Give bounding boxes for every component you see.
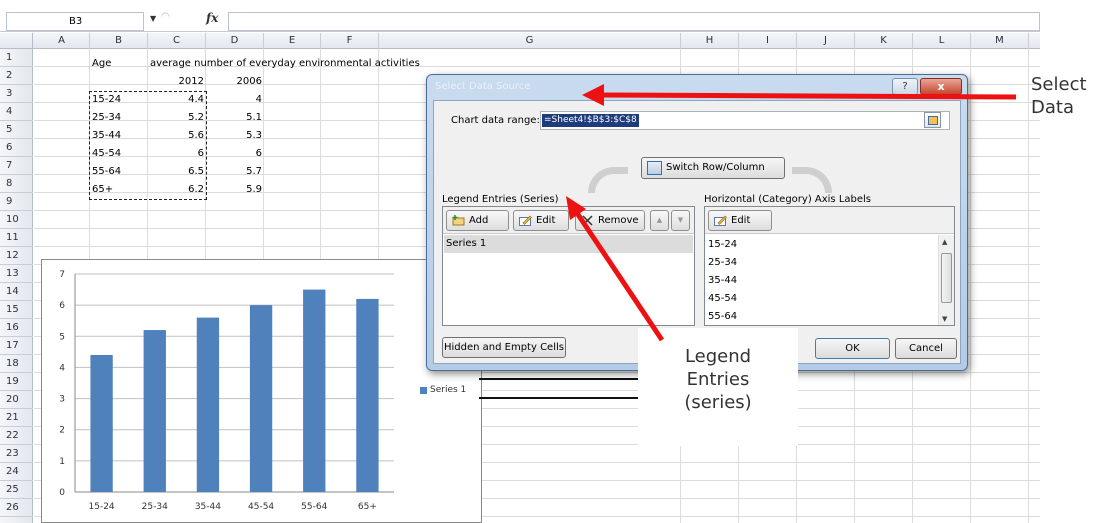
- select-data-arrow: [599, 92, 1017, 100]
- select-data-arrowhead: [582, 84, 604, 106]
- annotation-arrows: [566, 84, 1017, 342]
- legend-entries-arrow: [574, 211, 665, 342]
- legend-entries-arrowhead: [566, 196, 586, 220]
